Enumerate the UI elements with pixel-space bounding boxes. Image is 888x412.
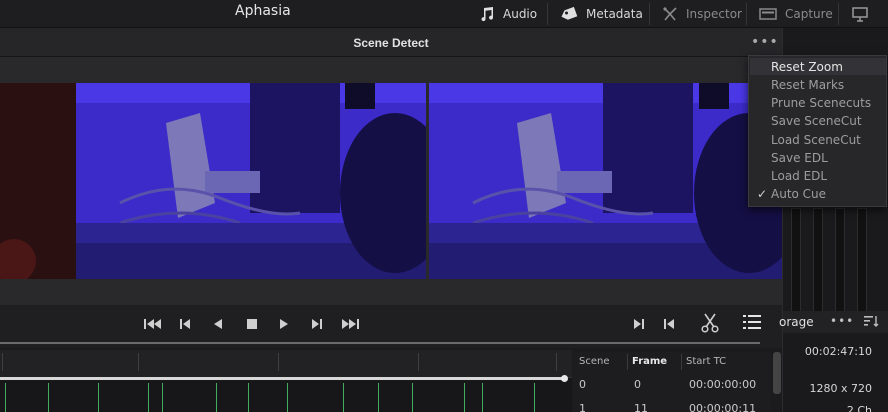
frame-cell: 11 (634, 402, 648, 412)
scene-cut-marker (412, 383, 413, 412)
playhead-handle[interactable] (561, 375, 568, 382)
jump-to-start-icon[interactable] (143, 317, 163, 334)
next-frame-image (429, 83, 782, 279)
metadata-button[interactable]: Metadata (560, 0, 643, 28)
next-frame-icon[interactable] (310, 317, 324, 334)
scene-cut-marker (464, 383, 465, 412)
scene-cut-marker (48, 383, 49, 412)
menu-item-reset-marks[interactable]: Reset Marks (771, 78, 844, 92)
previous-frame-icon[interactable] (178, 317, 192, 334)
start-tc-cell: 00:00:00:11 (689, 402, 757, 412)
audio-meter (813, 208, 823, 328)
scene-cell: 0 (579, 378, 586, 391)
scene-table: Scene Frame Start TC 0 0 00:00:00:00 1 1… (573, 352, 771, 412)
menu-item-auto-cue[interactable]: Auto Cue (771, 187, 826, 201)
table-scrollbar[interactable] (773, 352, 781, 394)
play-icon[interactable] (278, 317, 290, 334)
tag-icon (560, 6, 578, 22)
metadata-label: Metadata (586, 7, 643, 21)
scene-cut-marker (5, 383, 6, 412)
top-bar: Aphasia Audio Metadata Inspector Capture (0, 0, 888, 28)
app-title: Aphasia (235, 3, 291, 19)
scene-cut-marker (534, 383, 535, 412)
checkmark-icon: ✓ (757, 187, 768, 201)
frame-cell: 0 (634, 378, 641, 391)
panel-title: Scene Detect (353, 36, 429, 50)
capture-label: Capture (785, 7, 833, 21)
viewer (0, 57, 782, 305)
menu-item-load-scenecut[interactable]: Load SceneCut (771, 133, 861, 147)
audio-label: Audio (503, 7, 538, 21)
capture-icon (759, 7, 777, 21)
scene-cut-marker (378, 383, 379, 412)
scene-cut-marker (287, 383, 288, 412)
menu-item-load-edl[interactable]: Load EDL (771, 169, 827, 183)
scene-cut-marker (216, 383, 217, 412)
mark-out-icon[interactable] (632, 317, 646, 334)
audio-meter (835, 208, 845, 328)
options-menu: Reset Zoom Reset Marks Prune Scenecuts S… (748, 55, 887, 207)
audio-channels-value: 2 Ch (846, 404, 872, 412)
timeline-scrubber-track[interactable] (0, 377, 566, 380)
list-view-icon[interactable] (742, 313, 762, 334)
scene-cut-marker (98, 383, 99, 412)
mark-in-icon[interactable] (662, 317, 676, 334)
storage-tab-bar: orage ••• (779, 311, 888, 333)
column-header-frame[interactable]: Frame (632, 356, 667, 367)
timeline-ruler[interactable] (0, 350, 572, 378)
scene-detect-header: Scene Detect ••• (0, 28, 782, 57)
storage-tab[interactable]: orage (779, 315, 814, 329)
previous-frame-image (0, 83, 426, 279)
monitor-button[interactable] (851, 0, 869, 28)
audio-meter (791, 208, 801, 328)
menu-item-prune-scenecuts[interactable]: Prune Scenecuts (771, 96, 871, 110)
column-header-start-tc[interactable]: Start TC (686, 356, 726, 367)
audio-button[interactable]: Audio (479, 0, 537, 28)
column-header-scene[interactable]: Scene (579, 356, 610, 367)
stop-icon[interactable] (245, 317, 259, 334)
capture-button[interactable]: Capture (759, 0, 833, 28)
monitor-icon (851, 5, 869, 23)
inspector-icon (662, 6, 678, 22)
inspector-button[interactable]: Inspector (662, 0, 742, 28)
resolution-value: 1280 x 720 (809, 382, 873, 395)
audio-meter (857, 208, 867, 328)
sort-icon[interactable] (863, 314, 879, 331)
duration-value: 00:02:47:10 (804, 345, 872, 358)
storage-options-button[interactable]: ••• (830, 314, 854, 328)
scene-timeline[interactable] (0, 350, 572, 412)
play-reverse-icon[interactable] (212, 317, 224, 334)
menu-item-reset-zoom[interactable]: Reset Zoom (771, 60, 843, 74)
scene-cut-marker (162, 383, 163, 412)
music-note-icon (479, 6, 495, 22)
jump-to-end-icon[interactable] (340, 317, 360, 334)
scene-cut-marker (343, 383, 344, 412)
scene-cut-marker (148, 383, 149, 412)
playback-progress-bar[interactable] (0, 342, 760, 344)
inspector-label: Inspector (686, 7, 742, 21)
start-tc-cell: 00:00:00:00 (689, 378, 757, 391)
menu-item-save-scenecut[interactable]: Save SceneCut (771, 114, 862, 128)
scene-cell: 1 (579, 402, 586, 412)
panel-options-button[interactable]: ••• (751, 35, 779, 49)
scene-cut-marker (248, 383, 249, 412)
scene-cut-marker (482, 383, 483, 412)
menu-item-save-edl[interactable]: Save EDL (771, 151, 828, 165)
scissors-icon[interactable] (701, 313, 719, 336)
